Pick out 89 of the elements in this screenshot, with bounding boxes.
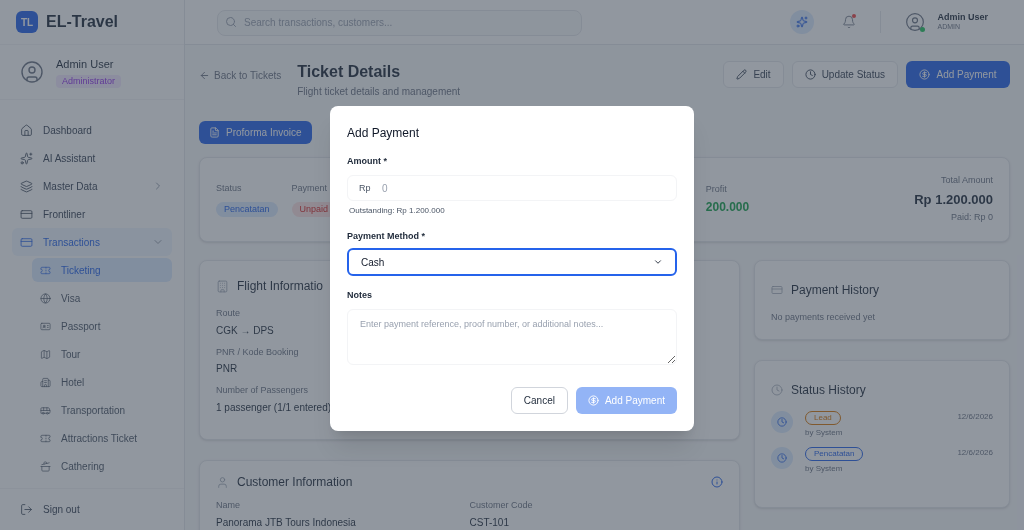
back-link[interactable]: Back to Tickets [199, 68, 282, 83]
nav-item[interactable]: Frontliner [12, 200, 172, 228]
document-icon [209, 127, 220, 138]
action-button[interactable]: Update Status [791, 61, 898, 88]
nav-icon [20, 151, 33, 165]
nav-subitem[interactable]: Transportation [32, 398, 172, 422]
role-badge: Administrator [56, 74, 121, 88]
status-badge: Lead [805, 411, 841, 425]
page-subtitle: Flight ticket details and management [297, 85, 461, 99]
app-name: EL-Travel [46, 12, 119, 32]
proforma-invoice-button[interactable]: Proforma Invoice [199, 121, 312, 144]
card-title: Status History [791, 382, 866, 399]
arrow-left-icon [199, 70, 210, 81]
currency-prefix: Rp [359, 181, 371, 195]
nav-icon [40, 376, 51, 388]
app-logo: TL [16, 11, 38, 33]
page-title: Ticket Details [297, 62, 402, 82]
user-icon [216, 475, 229, 489]
status-badge: Pencatatan [216, 201, 278, 217]
field-label: Status [216, 182, 243, 195]
nav-subitem[interactable]: Attractions Ticket [32, 426, 172, 450]
user-name: Admin User [56, 57, 114, 72]
card-title: Flight Informatio [237, 278, 324, 295]
ai-button[interactable] [790, 10, 815, 34]
cancel-button[interactable]: Cancel [510, 386, 568, 414]
card-title: Customer Information [237, 474, 354, 491]
nav-subitem[interactable]: Passport [32, 314, 172, 338]
action-button[interactable]: Add Payment [906, 61, 1010, 88]
nav-icon [40, 432, 51, 444]
field-label: Total Amount [940, 174, 993, 188]
profit-value: 200.000 [705, 199, 750, 217]
user-name: Admin User [937, 12, 988, 24]
status-badge: Pencatatan [805, 447, 864, 461]
dialog-title: Add Payment [347, 125, 421, 142]
card-title: Payment History [791, 282, 880, 299]
nav-item[interactable]: Master Data [12, 172, 172, 200]
nav-icon [40, 348, 51, 360]
card-icon [771, 284, 783, 296]
nav-icon [20, 179, 33, 193]
field-label: Profit [705, 182, 728, 196]
nav-icon [40, 292, 51, 304]
field-label: Name [216, 499, 240, 512]
nav-subitem[interactable]: Ticketing [32, 258, 172, 282]
sign-out-link[interactable]: Sign out [0, 488, 184, 530]
field-label: Customer Code [469, 499, 533, 512]
search-icon [225, 16, 237, 28]
nav-icon [40, 460, 51, 472]
outstanding-hint: Outstanding: Rp 1.200.000 [349, 204, 446, 217]
nav-subitem[interactable]: Tour [32, 342, 172, 366]
chevron-down-icon [653, 257, 663, 267]
nav-icon [20, 123, 33, 137]
field-label: Payment Method * [347, 229, 426, 243]
field-value: PNR [216, 362, 238, 376]
building-icon [216, 279, 229, 293]
empty-message: No payments received yet [771, 311, 877, 324]
payment-method-select[interactable]: Cash [347, 248, 677, 276]
clock-icon [777, 417, 787, 427]
info-icon[interactable] [711, 476, 723, 488]
notes-field[interactable]: Enter payment reference, proof number, or additional notes... [347, 308, 677, 365]
field-label: Route [216, 307, 241, 320]
clock-icon [771, 384, 783, 396]
user-avatar-icon[interactable] [905, 12, 926, 32]
clock-icon [777, 453, 787, 463]
field-label: Amount * [347, 155, 388, 168]
field-label: Notes [347, 289, 373, 302]
sparkles-icon [796, 16, 809, 28]
nav-subitem[interactable]: Cathering [32, 454, 172, 478]
nav-item[interactable]: AI Assistant [12, 144, 172, 172]
field-label: Payment [291, 182, 329, 195]
nav-item[interactable]: Transactions [12, 228, 172, 256]
field-value: Panorama JTB Tours Indonesia [216, 515, 356, 530]
notification-button[interactable] [842, 15, 857, 29]
nav-subitem[interactable]: Hotel [32, 370, 172, 394]
nav-icon [40, 264, 51, 276]
nav-item[interactable]: Dashboard [12, 116, 172, 144]
nav-icon [40, 404, 51, 416]
nav-icon [40, 320, 51, 332]
field-value: CGK → DPS [216, 323, 274, 338]
sign-out-icon [20, 503, 33, 516]
field-label: PNR / Kode Booking [216, 345, 299, 359]
user-avatar-icon [20, 60, 44, 84]
field-value: CST-101 [469, 515, 509, 530]
total-amount: Rp 1.200.000 [914, 190, 993, 209]
nav-subitem[interactable]: Visa [32, 286, 172, 310]
action-button[interactable]: Edit [723, 61, 784, 88]
nav-icon [20, 235, 33, 249]
field-value: 1 passenger (1/1 entered) [216, 400, 332, 415]
field-label: Number of Passengers [216, 384, 309, 397]
nav-icon [20, 207, 33, 221]
